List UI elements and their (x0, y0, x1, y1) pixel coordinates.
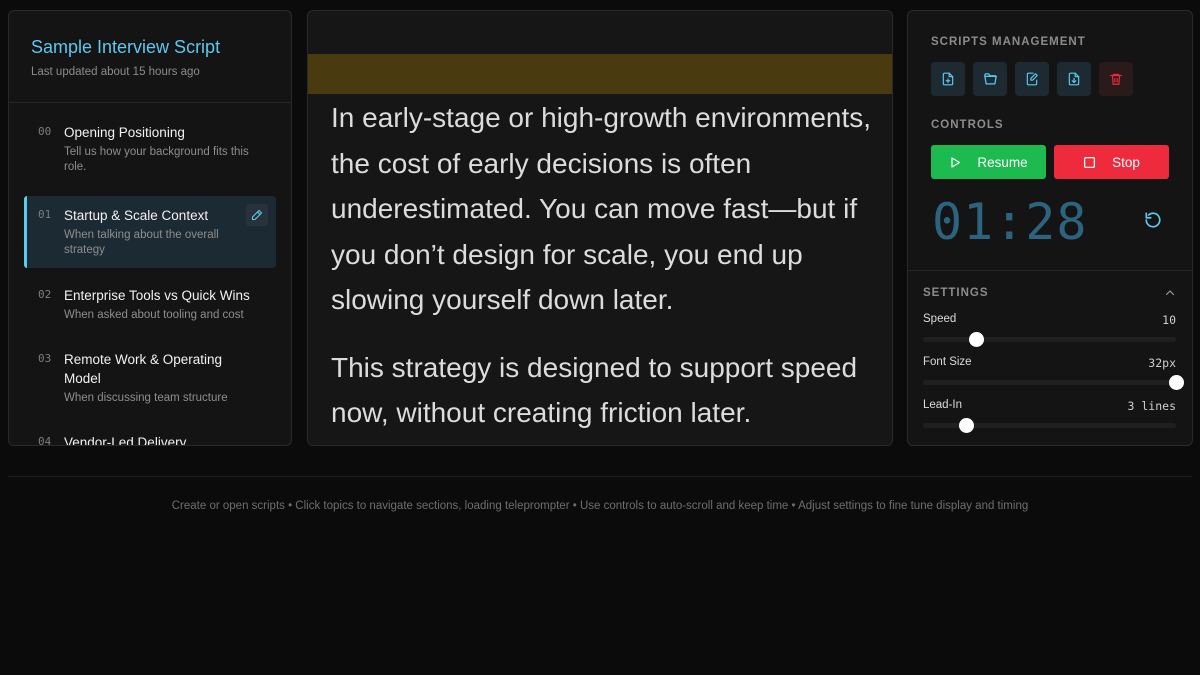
prompter-paragraph: In early-stage or high-growth environmen… (331, 102, 872, 315)
settings-label: SETTINGS (923, 287, 989, 299)
edit-icon (1026, 72, 1038, 86)
open-script-button[interactable] (973, 62, 1007, 96)
help-footer: Create or open scripts • Click topics to… (171, 500, 1029, 512)
script-header: Sample Interview Script Last updated abo… (9, 11, 291, 103)
controls-label: CONTROLS (931, 119, 1004, 131)
script-title: Sample Interview Script (31, 37, 221, 57)
topic-number: 00 (38, 125, 52, 138)
topic-item[interactable]: 00 Opening Positioning Tell us how your … (24, 117, 276, 184)
open-folder-icon (983, 72, 997, 84)
font-size-slider[interactable] (923, 375, 1184, 390)
font-size-value: 32px (1148, 356, 1176, 370)
script-panel: Sample Interview Script Last updated abo… (8, 10, 292, 446)
resume-button[interactable]: Resume (931, 145, 1046, 179)
topic-title: Vendor-Led Delivery (64, 435, 187, 446)
topic-title: Opening Positioning (64, 125, 185, 140)
trash-icon (1110, 73, 1122, 85)
lead-in-value: 3 lines (1127, 399, 1176, 413)
topic-number: 03 (38, 352, 52, 365)
topic-subtitle: When asked about tooling and cost (64, 309, 244, 321)
topic-item[interactable]: 04 Vendor-Led Delivery (24, 427, 276, 446)
lead-in-label: Lead-In (923, 399, 963, 411)
new-file-icon (942, 72, 954, 86)
topic-item[interactable]: 02 Enterprise Tools vs Quick Wins When a… (24, 280, 276, 332)
topic-title: Remote Work & Operating Model (64, 352, 223, 386)
control-panel: SCRIPTS MANAGEMENT CONTROLS Resume Stop … (907, 10, 1193, 446)
resume-label: Resume (977, 154, 1028, 170)
topic-list: 00 Opening Positioning Tell us how your … (9, 103, 291, 446)
speed-slider[interactable] (923, 332, 1176, 347)
edit-topic-button[interactable] (246, 204, 268, 226)
footer-divider (8, 476, 1192, 477)
topic-subtitle: When talking about the overall strategy (64, 229, 219, 256)
script-updated: Last updated about 15 hours ago (31, 66, 200, 78)
download-script-button[interactable] (1057, 62, 1091, 96)
topic-item[interactable]: 03 Remote Work & Operating Model When di… (24, 344, 276, 415)
topic-number: 04 (38, 435, 52, 446)
topic-number: 01 (38, 208, 52, 221)
playback-controls: Resume Stop (931, 145, 1169, 179)
topic-title: Enterprise Tools vs Quick Wins (64, 288, 250, 303)
topic-item-active[interactable]: 01 Startup & Scale Context When talking … (24, 196, 276, 268)
topic-subtitle: When discussing team structure (64, 392, 228, 404)
scripts-management-label: SCRIPTS MANAGEMENT (931, 36, 1086, 48)
stop-button[interactable]: Stop (1054, 145, 1169, 179)
new-script-button[interactable] (931, 62, 965, 96)
lead-in-setting: Lead-In 3 lines (923, 399, 1176, 433)
reset-timer-icon[interactable] (1144, 211, 1162, 229)
topic-title: Startup & Scale Context (64, 208, 209, 223)
topic-subtitle: Tell us how your background fits this ro… (64, 146, 249, 173)
font-size-slider-handle[interactable] (1169, 375, 1184, 390)
teleprompter-text: In early-stage or high-growth environmen… (331, 95, 872, 445)
download-icon (1068, 72, 1080, 86)
font-size-setting: Font Size 32px (923, 356, 1184, 390)
pencil-icon (251, 209, 263, 221)
teleprompter-panel[interactable]: In early-stage or high-growth environmen… (307, 10, 893, 446)
topic-number: 02 (38, 288, 52, 301)
play-icon (951, 156, 961, 168)
stop-label: Stop (1112, 154, 1140, 170)
delete-script-button[interactable] (1099, 62, 1133, 96)
reading-line-highlight (308, 54, 892, 94)
settings-section: SETTINGS Speed 10 Font Size 32px Lead-In… (908, 270, 1192, 445)
elapsed-timer: 01:28 (932, 193, 1088, 251)
lead-in-slider-handle[interactable] (959, 418, 974, 433)
speed-slider-handle[interactable] (969, 332, 985, 347)
lead-in-slider[interactable] (923, 418, 1176, 433)
speed-setting: Speed 10 (923, 313, 1176, 347)
speed-value: 10 (1162, 313, 1176, 327)
scripts-management: SCRIPTS MANAGEMENT (931, 36, 1133, 96)
speed-label: Speed (923, 313, 957, 325)
prompter-paragraph: This strategy is designed to support spe… (331, 351, 858, 429)
stop-icon (1084, 156, 1096, 168)
chevron-up-icon[interactable] (1164, 287, 1176, 299)
font-size-label: Font Size (923, 356, 972, 368)
edit-script-button[interactable] (1015, 62, 1049, 96)
